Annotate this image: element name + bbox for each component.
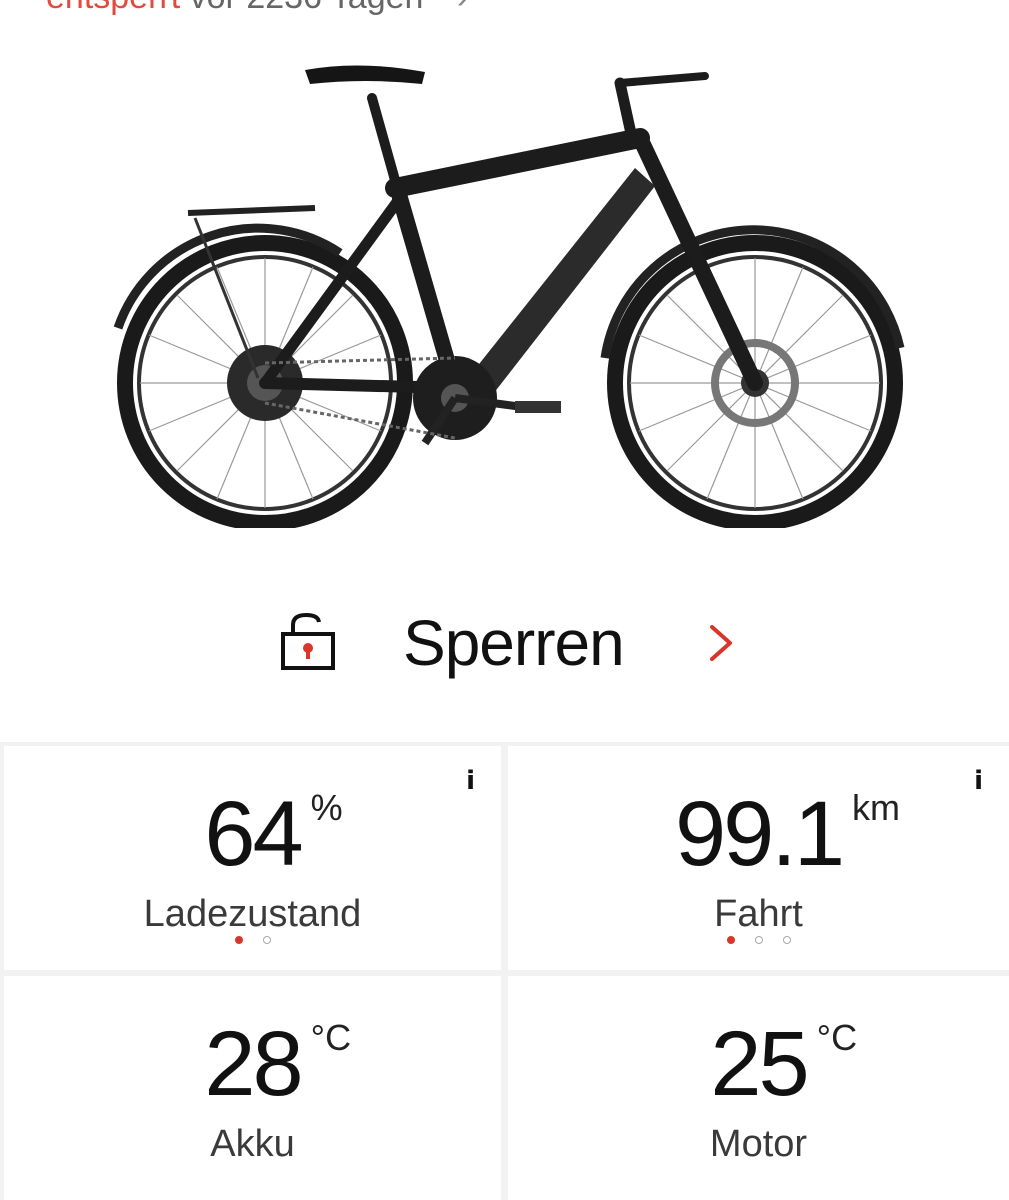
trip-value-row: 99.1 km (508, 784, 1009, 884)
motor-temp-tile[interactable]: 25 °C Motor (508, 976, 1009, 1200)
battery-downtube (460, 168, 655, 398)
charge-value-row: 64 % (4, 784, 501, 884)
page-dot-active[interactable] (234, 936, 243, 944)
charge-value: 64 (204, 783, 303, 885)
bike-overview-panel: entsperrt vor 2236 Tagen › (0, 0, 1009, 742)
chevron-right-icon[interactable] (706, 622, 736, 664)
page-indicator[interactable] (4, 936, 501, 944)
lock-open-icon (281, 612, 335, 670)
battery-temp-tile[interactable]: 28 °C Akku (4, 976, 501, 1200)
saddle (305, 65, 425, 84)
page-dot[interactable] (782, 936, 791, 944)
charge-unit: % (310, 787, 343, 828)
rear-wheel (113, 223, 413, 528)
battery-temp-unit: °C (310, 1017, 352, 1058)
lock-status-text: entsperrt (46, 0, 180, 16)
motor-temp-value-row: 25 °C (508, 1014, 1009, 1114)
trip-label: Fahrt (714, 893, 803, 935)
battery-temp-value-row: 28 °C (4, 1014, 501, 1114)
lock-action-label[interactable]: Sperren (403, 608, 625, 678)
page-dot-active[interactable] (726, 936, 735, 944)
battery-temp-value: 28 (204, 1013, 303, 1115)
rear-rack (187, 205, 316, 216)
status-chevron-icon: › (457, 0, 468, 16)
lock-action-row[interactable]: Sperren (0, 600, 1009, 690)
motor-temp-label: Motor (709, 1123, 808, 1165)
bike-image (113, 65, 905, 528)
battery-temp-label: Akku (210, 1123, 295, 1165)
page-indicator[interactable] (508, 936, 1009, 944)
trip-tile[interactable]: i 99.1 km Fahrt (508, 746, 1009, 970)
trip-value: 99.1 (674, 783, 845, 885)
motor-temp-value: 25 (710, 1013, 809, 1115)
bike-dashboard-screen: entsperrt vor 2236 Tagen › (0, 0, 1009, 1200)
page-dot[interactable] (262, 936, 271, 944)
charge-label: Ladezustand (143, 893, 362, 935)
lock-status-since: vor 2236 Tagen (190, 0, 424, 16)
lock-status-line[interactable]: entsperrt vor 2236 Tagen › (46, 0, 468, 14)
motor-temp-unit: °C (816, 1017, 858, 1058)
page-dot[interactable] (754, 936, 763, 944)
charge-tile[interactable]: i 64 % Ladezustand (4, 746, 501, 970)
trip-unit: km (852, 787, 901, 828)
